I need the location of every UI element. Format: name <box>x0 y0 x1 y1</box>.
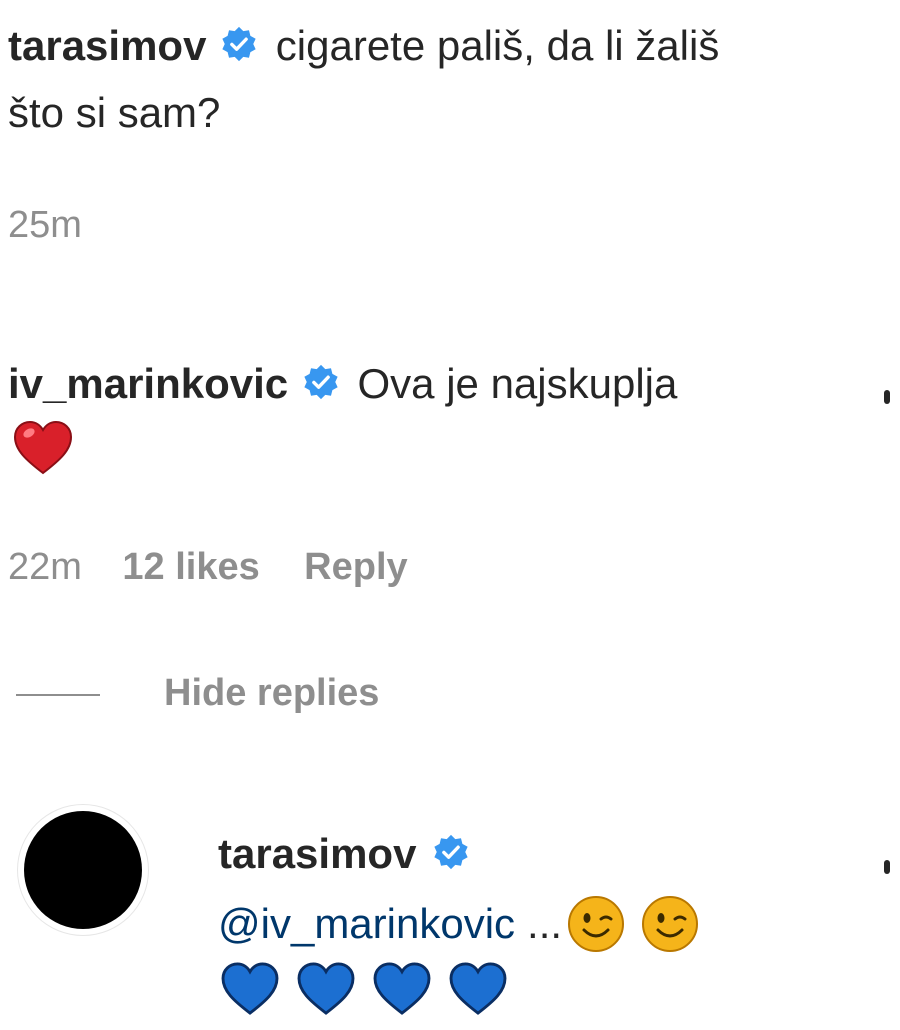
comment-1: tarasimov cigarete pališ, da li žališ št… <box>8 14 888 145</box>
winking-face-icon <box>566 894 626 954</box>
hide-replies-button[interactable]: Hide replies <box>164 672 379 715</box>
reply-button[interactable]: Reply <box>304 546 407 588</box>
hide-replies-divider <box>16 694 100 696</box>
blue-heart-icon <box>220 962 280 1016</box>
blue-hearts-row <box>220 962 508 1016</box>
blue-heart-icon <box>448 962 508 1016</box>
comment-2-text: Ova je najskuplja <box>357 360 678 407</box>
comment-2-timestamp: 22m <box>8 546 82 588</box>
comment-1-username[interactable]: tarasimov <box>8 22 206 69</box>
comment-1-text-line-2: što si sam? <box>8 88 221 136</box>
comment-1-timestamp: 25m <box>8 204 82 246</box>
avatar[interactable] <box>18 805 148 935</box>
red-heart-icon <box>12 420 74 476</box>
reply-username[interactable]: tarasimov <box>218 830 416 877</box>
comment-2-likes[interactable]: 12 likes <box>122 546 259 588</box>
comment-1-text-line-1: cigarete pališ, da li žališ <box>275 22 720 69</box>
reply-text: @iv_marinkovic ... <box>218 892 700 956</box>
comment-2-username[interactable]: iv_marinkovic <box>8 360 288 407</box>
verified-badge-icon <box>220 17 258 81</box>
reply-ellipsis: ... <box>527 900 563 947</box>
blue-heart-icon <box>296 962 356 1016</box>
reply-mention[interactable]: @iv_marinkovic <box>218 892 515 956</box>
more-options-icon[interactable] <box>884 390 890 404</box>
comment-2: iv_marinkovic Ova je najskuplja <box>8 352 888 419</box>
comment-2-actions: 22m 12 likes Reply <box>8 546 408 589</box>
reply-header: tarasimov <box>218 822 470 889</box>
verified-badge-icon <box>432 825 470 889</box>
winking-face-icon <box>640 894 700 954</box>
more-options-icon[interactable] <box>884 860 890 874</box>
blue-heart-icon <box>372 962 432 1016</box>
verified-badge-icon <box>302 355 340 419</box>
